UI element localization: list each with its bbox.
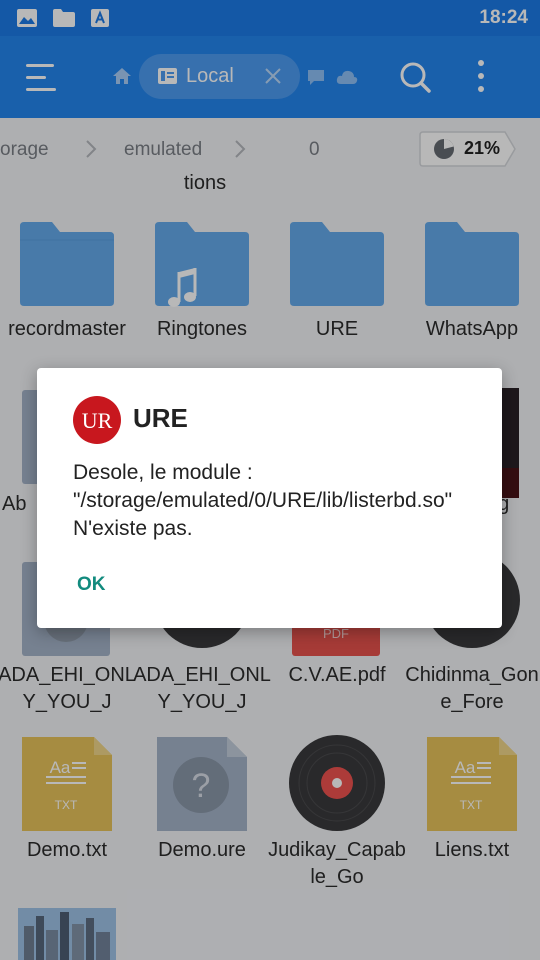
- ure-logo: UR: [73, 396, 121, 444]
- dialog-title: URE: [133, 403, 188, 433]
- dialog-message: Desole, le module : "/storage/emulated/0…: [73, 461, 453, 540]
- ok-button[interactable]: OK: [77, 574, 106, 596]
- error-dialog: UR URE Desole, le module : "/storage/emu…: [37, 368, 502, 628]
- svg-text:UR: UR: [82, 408, 113, 433]
